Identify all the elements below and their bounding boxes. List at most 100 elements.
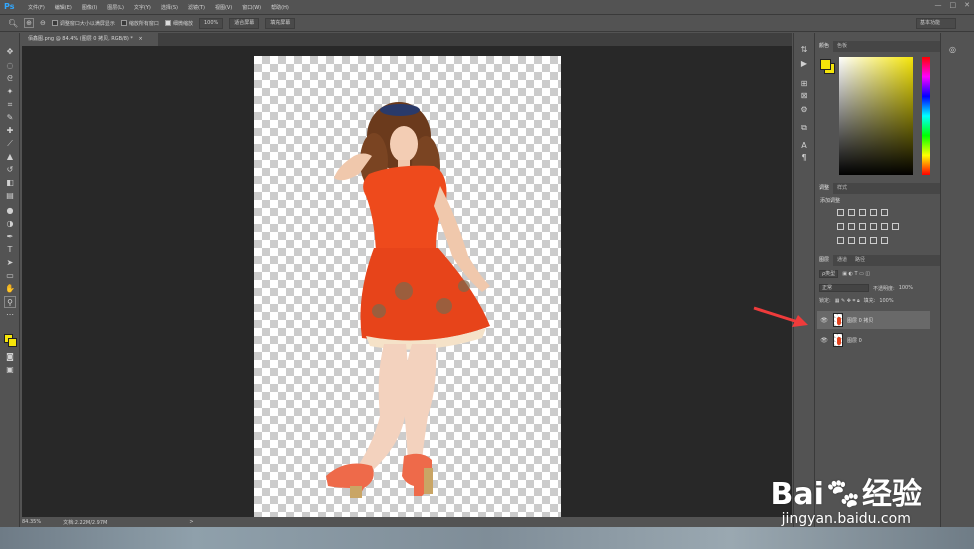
levels-icon[interactable]	[848, 209, 855, 216]
resize-windows-option[interactable]: 调整窗口大小以满屏显示	[51, 20, 115, 27]
layer-row[interactable]: 👁︎ 图层 0 拷贝	[817, 311, 930, 329]
info-icon[interactable]: ⊠	[799, 91, 809, 101]
vibrance-icon[interactable]	[881, 209, 888, 216]
fill-screen-button[interactable]: 填充屏幕	[265, 17, 296, 29]
blur-tool-icon[interactable]: ●	[4, 205, 16, 217]
character-icon[interactable]: A	[799, 141, 809, 151]
layer-row[interactable]: 👁︎ 图层 0	[817, 331, 930, 349]
status-menu-arrow[interactable]: >	[189, 519, 193, 525]
quick-mask-icon[interactable]: ◙	[4, 351, 16, 363]
libraries-icon[interactable]: ◎	[949, 45, 956, 54]
move-tool-icon[interactable]: ✥	[4, 46, 16, 58]
actions-icon[interactable]: ▶	[799, 59, 809, 69]
eraser-icon[interactable]: ◧	[4, 177, 16, 189]
close-tab-icon[interactable]: ×	[139, 36, 143, 42]
menu-select[interactable]: 选择(S)	[161, 4, 178, 11]
zoom-out-icon[interactable]: ⊖	[40, 19, 46, 27]
clone-source-icon[interactable]: ⧉	[799, 123, 809, 133]
threshold-icon[interactable]	[859, 237, 866, 244]
maximize-button[interactable]: □	[950, 1, 957, 9]
magic-wand-icon[interactable]: ✦	[4, 86, 16, 98]
foreground-color-chip[interactable]	[820, 59, 831, 70]
tab-color[interactable]: 颜色	[815, 41, 834, 52]
zoom-all-checkbox[interactable]	[120, 20, 127, 26]
fit-screen-button[interactable]: 适合屏幕	[229, 17, 260, 29]
pen-tool-icon[interactable]: ✒	[4, 231, 16, 243]
menu-image[interactable]: 图像(I)	[82, 4, 97, 11]
hand-tool-icon[interactable]: ✋	[4, 283, 16, 295]
layer-kind-filter[interactable]: ρ类型	[819, 270, 839, 278]
crop-tool-icon[interactable]: ⌗	[4, 99, 16, 111]
zoom-tool-icon[interactable]: ⚲	[4, 296, 16, 308]
menu-window[interactable]: 窗口(W)	[242, 4, 261, 11]
opacity-value[interactable]: 100%	[899, 285, 913, 291]
invert-icon[interactable]	[837, 237, 844, 244]
path-selection-icon[interactable]: ➤	[4, 257, 16, 269]
tab-swatches[interactable]: 色板	[833, 41, 851, 52]
history-brush-icon[interactable]: ↺	[4, 164, 16, 176]
history-icon[interactable]: ⇅	[799, 45, 809, 55]
zoom-100-button[interactable]: 100%	[198, 17, 224, 29]
exposure-icon[interactable]	[870, 209, 877, 216]
scrubby-zoom-checkbox[interactable]	[164, 20, 171, 26]
hue-saturation-icon[interactable]	[837, 223, 844, 230]
fill-value[interactable]: 100%	[879, 298, 893, 304]
menu-file[interactable]: 文件(F)	[28, 4, 45, 11]
gradient-map-icon[interactable]	[870, 237, 877, 244]
color-lookup-icon[interactable]	[892, 223, 899, 230]
photo-filter-icon[interactable]	[870, 223, 877, 230]
visibility-eye-icon[interactable]: 👁︎	[820, 337, 828, 344]
brightness-icon[interactable]	[837, 209, 844, 216]
adjust-icon[interactable]: ⊞	[799, 79, 809, 89]
resize-windows-checkbox[interactable]	[51, 20, 58, 26]
lasso-tool-icon[interactable]: ᘓ	[4, 73, 16, 85]
menu-help[interactable]: 帮助(H)	[271, 4, 289, 11]
tab-styles[interactable]: 样式	[833, 183, 851, 194]
zoom-readout[interactable]: 84.35%	[22, 519, 41, 525]
scrubby-zoom-option[interactable]: 细微缩放	[164, 20, 193, 27]
menu-type[interactable]: 文字(Y)	[134, 4, 151, 11]
tab-adjustments[interactable]: 调整	[815, 183, 834, 194]
document-canvas[interactable]	[254, 56, 561, 517]
menu-view[interactable]: 视图(V)	[215, 4, 232, 11]
black-white-icon[interactable]	[859, 223, 866, 230]
hue-slider[interactable]	[922, 57, 930, 175]
zoom-tool-icon[interactable]: 🔍︎	[8, 19, 18, 28]
tab-channels[interactable]: 通道	[833, 255, 851, 266]
menu-layer[interactable]: 图层(L)	[107, 4, 124, 11]
minimize-button[interactable]: —	[935, 1, 942, 9]
posterize-icon[interactable]	[848, 237, 855, 244]
color-balance-icon[interactable]	[848, 223, 855, 230]
lock-icons[interactable]: ▦ ✎ ✥ ⌗ 🔒︎	[835, 298, 860, 304]
eyedropper-icon[interactable]: ✎	[4, 112, 16, 124]
canvas-area[interactable]	[22, 46, 792, 517]
paragraph-icon[interactable]: ¶	[799, 153, 809, 163]
healing-brush-icon[interactable]: ✚	[4, 125, 16, 137]
shape-tool-icon[interactable]: ▭	[4, 270, 16, 282]
more-tools-icon[interactable]: ⋯	[4, 309, 16, 321]
menu-edit[interactable]: 编辑(E)	[55, 4, 72, 11]
selective-color-icon[interactable]	[881, 237, 888, 244]
tab-paths[interactable]: 路径	[851, 255, 869, 266]
dodge-tool-icon[interactable]: ◑	[4, 218, 16, 230]
screen-mode-icon[interactable]: ▣	[4, 364, 16, 376]
document-tab[interactable]: 佰鑫图.png @ 84.4% (图层 0 拷贝, RGB/8) * ×	[22, 33, 158, 46]
zoom-all-option[interactable]: 缩放所有窗口	[120, 20, 159, 27]
tab-layers[interactable]: 图层	[815, 255, 834, 266]
brush-tool-icon[interactable]: ⟋	[4, 138, 16, 150]
type-tool-icon[interactable]: T	[4, 244, 16, 256]
curves-icon[interactable]	[859, 209, 866, 216]
filter-icons[interactable]: ▣ ◐ T ▭ ◫	[842, 271, 870, 277]
zoom-in-icon[interactable]: ⊕	[24, 18, 35, 28]
blend-mode-select[interactable]: 正常	[819, 284, 869, 292]
clone-stamp-icon[interactable]: ▲	[4, 151, 16, 163]
color-picker-field[interactable]	[839, 57, 913, 175]
menu-filter[interactable]: 滤镜(T)	[188, 4, 205, 11]
workspace-select[interactable]: 基本功能	[916, 18, 956, 29]
gradient-icon[interactable]: ▤	[4, 190, 16, 202]
visibility-eye-icon[interactable]: 👁︎	[820, 317, 828, 324]
brush-presets-icon[interactable]: ⚙	[799, 105, 809, 115]
close-button[interactable]: ✕	[964, 1, 970, 9]
marquee-tool-icon[interactable]: ◌	[4, 60, 16, 72]
background-color-swatch[interactable]	[8, 338, 17, 347]
